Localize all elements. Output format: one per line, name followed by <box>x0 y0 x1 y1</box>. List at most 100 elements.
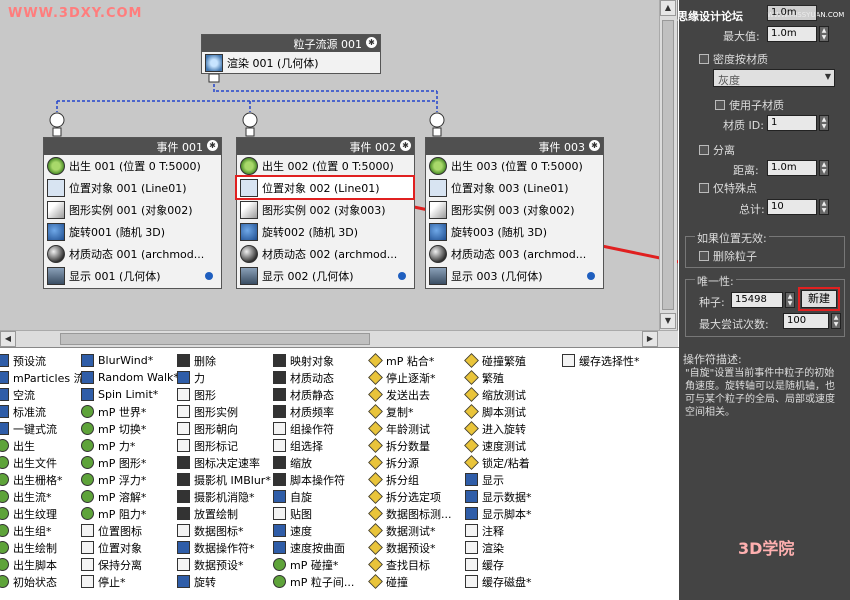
use-sub-material-checkbox[interactable]: 使用子材质 <box>715 97 784 113</box>
density-by-material-checkbox[interactable]: 密度按材质 <box>699 51 768 67</box>
depot-item[interactable]: 脚本操作符 <box>273 471 354 488</box>
depot-item[interactable]: 图形 <box>177 386 271 403</box>
depot-item[interactable]: 出生脚本 <box>0 556 90 573</box>
depot-item[interactable]: 脚本测试 <box>464 403 532 420</box>
depot-item[interactable]: Random Walk* <box>81 369 179 386</box>
scroll-left-icon[interactable]: ◀ <box>0 331 16 347</box>
operator-row-display[interactable]: 显示 003 (几何体) <box>426 265 603 287</box>
gear-icon[interactable]: ✱ <box>589 140 600 151</box>
depot-item[interactable]: 贴图 <box>273 505 354 522</box>
depot-item[interactable]: 出生文件 <box>0 454 90 471</box>
total-spinner[interactable]: ▲ ▼ <box>819 199 829 215</box>
operator-row-shape-instance[interactable]: 图形实例 002 (对象003) <box>237 199 414 221</box>
depot-item[interactable]: 数据预设* <box>177 556 271 573</box>
depot-item[interactable]: 缩放测试 <box>464 386 532 403</box>
depot-item[interactable]: 速度 <box>273 522 354 539</box>
depot-item[interactable]: 拆分组 <box>368 471 452 488</box>
depot-item[interactable]: 停止* <box>81 573 179 590</box>
depot-item[interactable]: 缓存 <box>465 556 532 573</box>
event-node-001[interactable]: 事件 001 ✱ 出生 001 (位置 0 T:5000) 位置对象 001 (… <box>43 137 222 289</box>
depot-item[interactable]: 保持分离 <box>81 556 179 573</box>
depot-item[interactable]: mP 阻力* <box>81 505 179 522</box>
depot-item[interactable]: 旋转 <box>177 573 271 590</box>
depot-item[interactable]: 拆分数量 <box>368 437 452 454</box>
depot-item[interactable]: 显示脚本* <box>465 505 532 522</box>
depot-item[interactable]: 锁定/粘着 <box>464 454 532 471</box>
depot-item[interactable]: 一键式流 <box>0 420 90 437</box>
depot-item[interactable]: 放置绘制 <box>177 505 271 522</box>
depot-item[interactable]: 自旋 <box>273 488 354 505</box>
operator-row-material[interactable]: 材质动态 002 (archmod... <box>237 243 414 265</box>
scroll-thumb[interactable] <box>60 333 370 345</box>
seed-field[interactable]: 15498 <box>731 292 783 308</box>
depot-item[interactable]: 出生绘制 <box>0 539 90 556</box>
depot-item[interactable]: 发送出去 <box>368 386 452 403</box>
depot-item[interactable]: 图形实例 <box>177 403 271 420</box>
scroll-thumb[interactable] <box>662 20 674 310</box>
depot-item[interactable]: 缓存选择性* <box>562 352 640 369</box>
depot-item[interactable]: 摄影机 IMBlur* <box>177 471 271 488</box>
depot-item[interactable]: mP 溶解* <box>81 488 179 505</box>
scroll-up-icon[interactable]: ▲ <box>660 0 676 16</box>
operator-row-spin[interactable]: 旋转003 (随机 3D) <box>426 221 603 243</box>
depot-item[interactable]: 预设流 <box>0 352 90 369</box>
particle-view-canvas[interactable]: WWW.3DXY.COM 粒子流源 001 ✱ 渲染 001 (几何体) 事件 … <box>0 0 678 347</box>
operator-row-spin[interactable]: 旋转002 (随机 3D) <box>237 221 414 243</box>
depot-item[interactable]: 数据图标测... <box>368 505 452 522</box>
depot-item[interactable]: 空流 <box>0 386 90 403</box>
depot-item[interactable]: 出生纹理 <box>0 505 90 522</box>
seed-spinner[interactable]: ▲ ▼ <box>785 292 795 308</box>
depot-item[interactable]: 材质频率 <box>273 403 354 420</box>
max-attempts-spinner[interactable]: ▲ ▼ <box>831 313 841 329</box>
distinct-points-checkbox[interactable]: 仅特殊点 <box>699 180 757 196</box>
operator-row-position-object[interactable]: 位置对象 001 (Line01) <box>44 177 221 199</box>
depot-item[interactable]: 摄影机消隐* <box>177 488 271 505</box>
depot-item[interactable]: mP 力* <box>81 437 179 454</box>
operator-row-display[interactable]: 显示 002 (几何体) <box>237 265 414 287</box>
depot-item[interactable]: 速度测试 <box>464 437 532 454</box>
max-attempts-field[interactable]: 100 <box>783 313 829 329</box>
gray-dropdown[interactable]: 灰度 ▼ <box>713 69 835 87</box>
max-value-spinner[interactable]: ▲ ▼ <box>819 26 829 42</box>
depot-item[interactable]: 力 <box>177 369 271 386</box>
depot-item[interactable]: 缩放 <box>273 454 354 471</box>
depot-item[interactable]: 数据预设* <box>368 539 452 556</box>
depot-item[interactable]: 出生组* <box>0 522 90 539</box>
scroll-down-icon[interactable]: ▼ <box>660 313 676 329</box>
gear-icon[interactable]: ✱ <box>400 140 411 151</box>
depot-item[interactable]: 映射对象 <box>273 352 354 369</box>
depot-item[interactable]: mP 粘合* <box>368 352 452 369</box>
depot-item[interactable]: 停止逐渐* <box>368 369 452 386</box>
depot-item[interactable]: 年龄测试 <box>368 420 452 437</box>
depot-item[interactable]: mP 碰撞* <box>273 556 354 573</box>
gear-icon[interactable]: ✱ <box>366 37 377 48</box>
depot-item[interactable]: 进入旋转 <box>464 420 532 437</box>
depot-item[interactable]: 初始状态 <box>0 573 90 590</box>
depot-item[interactable]: 数据图标* <box>177 522 271 539</box>
operator-row-material[interactable]: 材质动态 003 (archmod... <box>426 243 603 265</box>
scroll-right-icon[interactable]: ▶ <box>642 331 658 347</box>
depot-item[interactable]: 碰撞 <box>368 573 452 590</box>
depot-item[interactable]: Spin Limit* <box>81 386 179 403</box>
depot-item[interactable]: mP 粒子间... <box>273 573 354 590</box>
depot-item[interactable]: mP 世界* <box>81 403 179 420</box>
particle-source-node[interactable]: 粒子流源 001 ✱ 渲染 001 (几何体) <box>201 34 381 74</box>
depot-item[interactable]: 出生流* <box>0 488 90 505</box>
material-id-spinner[interactable]: ▲ ▼ <box>819 115 829 131</box>
depot-item[interactable]: 显示数据* <box>465 488 532 505</box>
depot-item[interactable]: 图形朝向 <box>177 420 271 437</box>
operator-row-material[interactable]: 材质动态 001 (archmod... <box>44 243 221 265</box>
operator-row-shape-instance[interactable]: 图形实例 003 (对象002) <box>426 199 603 221</box>
depot-item[interactable]: 缓存磁盘* <box>465 573 532 590</box>
depot-item[interactable]: 图标决定速率 <box>177 454 271 471</box>
depot-item[interactable]: 标准流 <box>0 403 90 420</box>
operator-row-birth[interactable]: 出生 001 (位置 0 T:5000) <box>44 155 221 177</box>
depot-item[interactable]: mP 切换* <box>81 420 179 437</box>
operator-row-birth[interactable]: 出生 002 (位置 0 T:5000) <box>237 155 414 177</box>
event-node-002[interactable]: 事件 002 ✱ 出生 002 (位置 0 T:5000) 位置对象 002 (… <box>236 137 415 289</box>
depot-item[interactable]: 位置对象 <box>81 539 179 556</box>
depot-item[interactable]: 数据测试* <box>368 522 452 539</box>
gear-icon[interactable]: ✱ <box>207 140 218 151</box>
depot-item[interactable]: mP 图形* <box>81 454 179 471</box>
distance-spinner[interactable]: ▲ ▼ <box>819 160 829 176</box>
